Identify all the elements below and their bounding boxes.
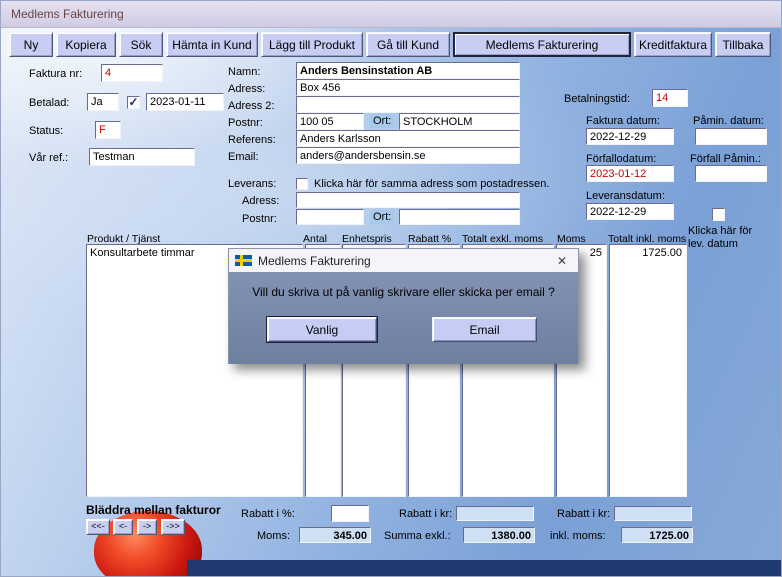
summa-exkl-value: 1380.00 (463, 527, 535, 543)
betalad-datum-field[interactable]: 2023-01-11 (146, 93, 224, 111)
forfallodatum-label: Förfallodatum: (586, 153, 656, 165)
var-ref-field[interactable]: Testman (89, 148, 195, 166)
toolbar-button-medlems-fakturering[interactable]: Medlems Fakturering (453, 32, 631, 57)
leverans-adress-field[interactable] (296, 192, 520, 208)
leveransdatum-label: Leveransdatum: (586, 190, 665, 202)
toolbar-button-ny[interactable]: Ny (9, 32, 53, 57)
summa-exkl-label: Summa exkl.: (384, 530, 451, 542)
window-titlebar: Medlems Fakturering (1, 1, 781, 28)
leverans-postnr-field[interactable] (296, 209, 364, 225)
betalad-label: Betalad: (29, 97, 69, 109)
leverans-postnr-label: Postnr: (242, 213, 277, 225)
rabatt-pct-label: Rabatt i %: (241, 508, 295, 520)
lev-datum-check-text: Klicka här för lev. datum (688, 225, 758, 251)
rabatt-kr-1-field (456, 506, 534, 521)
bladdra-label: Bläddra mellan fakturor (86, 503, 221, 517)
dialog-titlebar: Medlems Fakturering ✕ (229, 249, 578, 272)
forfall-pamin-field[interactable] (695, 165, 767, 182)
faktura-datum-field[interactable]: 2022-12-29 (586, 128, 674, 145)
vanlig-button[interactable]: Vanlig (267, 317, 377, 342)
email-button[interactable]: Email (432, 317, 537, 342)
var-ref-label: Vår ref.: (29, 152, 68, 164)
leverans-label: Leverans: (228, 178, 276, 190)
leverans-same-address-checkbox[interactable] (296, 178, 308, 190)
ort-label: Ort: (370, 114, 394, 128)
faktura-nr-label: Faktura nr: (29, 68, 82, 80)
nav-next-button[interactable]: -> (137, 519, 157, 535)
print-dialog: Medlems Fakturering ✕ Vill du skriva ut … (228, 248, 579, 364)
rabatt-kr-1-label: Rabatt i kr: (399, 508, 452, 520)
betalningstid-field[interactable]: 14 (652, 89, 688, 107)
app-window: Medlems Fakturering Ny Kopiera Sök Hämta… (0, 0, 782, 577)
inkl-moms-value: 1725.00 (621, 527, 693, 543)
nav-prev-button[interactable]: <- (113, 519, 133, 535)
adress2-field[interactable] (296, 96, 520, 113)
totalt-inkl-row[interactable]: 1725.00 (610, 245, 686, 260)
dialog-title: Medlems Fakturering (258, 254, 371, 268)
window-title: Medlems Fakturering (11, 7, 124, 21)
inkl-moms-label: inkl. moms: (550, 530, 606, 542)
forfall-pamin-label: Förfall Påmin.: (690, 153, 761, 165)
toolbar-button-kreditfaktura[interactable]: Kreditfaktura (634, 32, 712, 57)
email-field[interactable]: anders@andersbensin.se (296, 147, 520, 164)
moms-total-value: 345.00 (299, 527, 371, 543)
nav-last-button[interactable]: ->> (161, 519, 185, 535)
adress-label: Adress: (228, 83, 265, 95)
toolbar-button-lagg-till-produkt[interactable]: Lägg till Produkt (261, 32, 363, 57)
nav-first-button[interactable]: <<- (86, 519, 110, 535)
toolbar-button-sok[interactable]: Sök (119, 32, 163, 57)
betalningstid-label: Betalningstid: (564, 93, 630, 105)
rabatt-pct-input[interactable] (331, 505, 369, 522)
leveransdatum-field[interactable]: 2022-12-29 (586, 203, 674, 220)
referens-label: Referens: (228, 134, 276, 146)
dialog-message: Vill du skriva ut på vanlig skrivare ell… (229, 285, 578, 299)
toolbar-button-tillbaka[interactable]: Tillbaka (715, 32, 771, 57)
dialog-body: Vill du skriva ut på vanlig skrivare ell… (229, 272, 578, 364)
background-bottom-bar (187, 560, 782, 577)
betalad-value-field[interactable]: Ja (87, 93, 119, 111)
leverans-ort-field[interactable] (399, 209, 520, 225)
toolbar-button-kopiera[interactable]: Kopiera (56, 32, 116, 57)
adress2-label: Adress 2: (228, 100, 274, 112)
namn-field[interactable]: Anders Bensinstation AB (296, 62, 520, 79)
referens-field[interactable]: Anders Karlsson (296, 130, 520, 147)
status-field[interactable]: F (95, 121, 121, 139)
ort-field[interactable]: STOCKHOLM (399, 113, 520, 130)
email-label: Email: (228, 151, 259, 163)
forfallodatum-field[interactable]: 2023-01-12 (586, 165, 674, 182)
faktura-nr-field[interactable]: 4 (101, 64, 163, 82)
leverans-same-address-text: Klicka här för samma adress som postadre… (314, 178, 549, 190)
totalt-inkl-list[interactable]: 1725.00 (609, 244, 687, 497)
leverans-ort-label: Ort: (370, 210, 394, 224)
faktura-datum-label: Faktura datum: (586, 115, 660, 127)
betalad-checkbox[interactable]: ✓ (127, 96, 140, 109)
pamin-datum-field[interactable] (695, 128, 767, 145)
namn-label: Namn: (228, 66, 260, 78)
toolbar: Ny Kopiera Sök Hämta in Kund Lägg till P… (9, 32, 771, 57)
rabatt-kr-2-field (614, 506, 692, 521)
moms-total-label: Moms: (257, 530, 290, 542)
close-icon[interactable]: ✕ (552, 252, 572, 270)
toolbar-button-ga-till-kund[interactable]: Gå till Kund (366, 32, 450, 57)
lev-datum-checkbox[interactable] (712, 208, 725, 221)
leverans-adress-label: Adress: (242, 195, 279, 207)
postnr-field[interactable]: 100 05 (296, 113, 364, 130)
rabatt-kr-2-label: Rabatt i kr: (557, 508, 610, 520)
toolbar-button-hamta-in-kund[interactable]: Hämta in Kund (166, 32, 258, 57)
pamin-datum-label: Påmin. datum: (693, 115, 764, 127)
adress-field[interactable]: Box 456 (296, 79, 520, 96)
status-label: Status: (29, 125, 63, 137)
postnr-label: Postnr: (228, 117, 263, 129)
swedish-flag-icon (235, 255, 252, 266)
